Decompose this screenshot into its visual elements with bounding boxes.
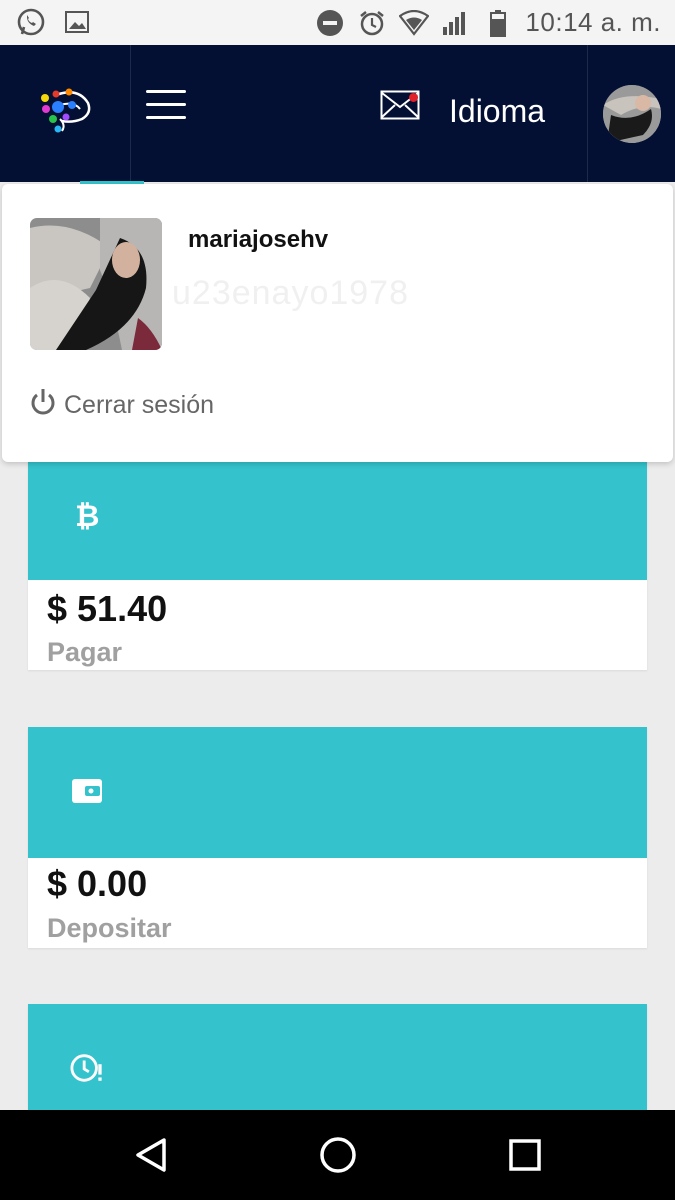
card-action-label[interactable]: Depositar [47, 913, 172, 944]
bitcoin-icon: ₿ [70, 498, 104, 532]
profile-dropdown: u23enayo1978 mariajosehv Cerrar sesión [2, 184, 673, 462]
do-not-disturb-icon [315, 8, 345, 38]
logout-label: Cerrar sesión [64, 391, 215, 419]
wifi-icon [399, 8, 430, 38]
recents-icon[interactable] [505, 1135, 545, 1175]
language-button[interactable]: Idioma [449, 93, 545, 130]
profile-photo [30, 218, 162, 350]
wallet-icon [70, 774, 104, 808]
hamburger-menu-icon[interactable] [146, 90, 186, 126]
system-navigation-bar [0, 1110, 675, 1200]
power-icon [30, 388, 56, 423]
notification-dot [409, 93, 418, 102]
balance-card-deposit[interactable]: $ 0.00 Depositar [28, 727, 647, 948]
balance-card-pay[interactable]: ₿ $ 51.40 Pagar [28, 440, 647, 670]
logout-button[interactable]: Cerrar sesión [30, 388, 214, 423]
card-action-label[interactable]: Pagar [47, 637, 122, 668]
back-icon[interactable] [131, 1135, 171, 1175]
card-header [28, 727, 647, 858]
status-time: 10:14 a. m. [525, 7, 661, 37]
battery-icon [483, 8, 513, 38]
ghost-text: u23enayo1978 [172, 274, 410, 312]
card-header [28, 1004, 647, 1110]
profile-username: mariajosehv [188, 226, 329, 253]
logo-cell[interactable] [0, 45, 131, 182]
signal-icon [441, 8, 471, 38]
avatar[interactable] [602, 84, 661, 143]
balance-card-pending[interactable] [28, 1004, 647, 1110]
home-icon[interactable] [318, 1135, 358, 1175]
image-icon [62, 7, 92, 37]
app-logo-icon[interactable] [36, 83, 94, 144]
card-amount: $ 0.00 [47, 863, 148, 904]
avatar-cell[interactable] [587, 45, 675, 182]
alarm-icon [357, 8, 387, 38]
top-navbar: Idioma [0, 45, 675, 182]
clock-alert-icon [70, 1051, 104, 1085]
svg-text:₿: ₿ [75, 499, 99, 531]
status-bar: 10:14 a. m. [0, 0, 675, 45]
card-amount: $ 51.40 [47, 588, 168, 629]
whatsapp-icon [16, 7, 46, 37]
mail-icon[interactable] [380, 90, 426, 126]
